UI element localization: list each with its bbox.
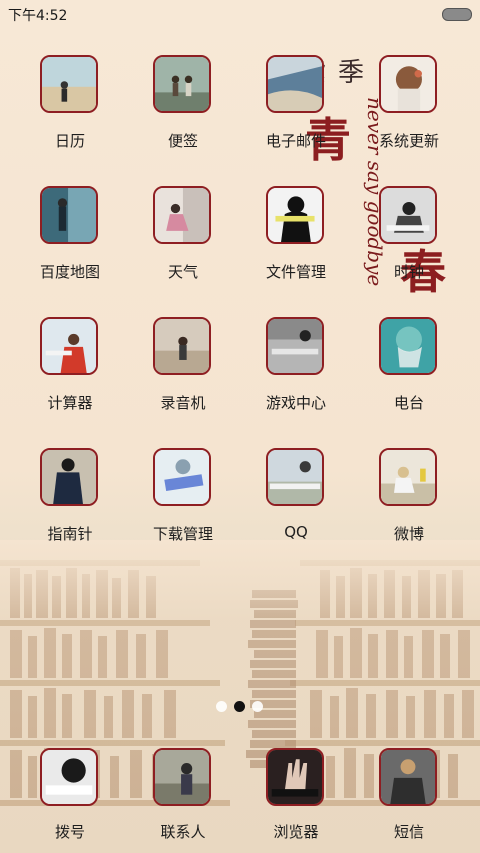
photo-person-icon <box>379 748 437 806</box>
photo-girl-beach-icon <box>40 55 98 113</box>
app-weibo[interactable]: 微博 <box>359 448 459 558</box>
app-label: 计算器 <box>47 394 93 412</box>
app-email[interactable]: 电子邮件 <box>246 55 346 165</box>
app-file-manager[interactable]: 文件管理 <box>246 186 346 296</box>
app-download-manager[interactable]: 下载管理 <box>133 448 233 558</box>
photo-couple-icon <box>153 55 211 113</box>
app-label: 拨号 <box>54 823 85 841</box>
app-label: 联系人 <box>160 823 206 841</box>
app-weather[interactable]: 天气 <box>133 186 233 296</box>
app-label: 下载管理 <box>152 525 213 543</box>
page-indicator[interactable] <box>214 700 266 714</box>
app-compass[interactable]: 指南针 <box>20 448 120 558</box>
photo-girl-standing-icon <box>40 186 98 244</box>
app-radio[interactable]: 电台 <box>359 317 459 427</box>
app-system-update[interactable]: 系统更新 <box>359 55 459 165</box>
photo-girl-shore-icon <box>153 317 211 375</box>
photo-girl-sky-icon <box>266 448 324 506</box>
photo-girl-field-icon <box>379 448 437 506</box>
app-baidu-map[interactable]: 百度地图 <box>20 186 120 296</box>
app-label: 指南针 <box>47 525 93 543</box>
app-label: QQ <box>284 523 308 541</box>
photo-girl-hair-icon <box>379 55 437 113</box>
status-time: 下午4:52 <box>8 8 68 24</box>
dock-dialer[interactable]: 拨号 <box>20 748 120 848</box>
app-label: 系统更新 <box>378 132 439 150</box>
page-dot[interactable] <box>252 701 263 712</box>
photo-girl-sitting-icon <box>153 186 211 244</box>
page-dot[interactable] <box>216 701 227 712</box>
app-label: 百度地图 <box>39 263 100 281</box>
page-dot-active[interactable] <box>234 701 245 712</box>
photo-underwater-icon <box>379 317 437 375</box>
photo-hand-icon <box>266 748 324 806</box>
battery-icon <box>442 8 472 21</box>
photo-sea-icon <box>266 55 324 113</box>
dock-browser[interactable]: 浏览器 <box>246 748 346 848</box>
dock-contacts[interactable]: 联系人 <box>133 748 233 848</box>
app-game-center[interactable]: 游戏中心 <box>246 317 346 427</box>
app-label: 浏览器 <box>273 823 319 841</box>
photo-silhouette-icon <box>266 186 324 244</box>
app-notes[interactable]: 便签 <box>133 55 233 165</box>
app-label: 游戏中心 <box>265 394 326 412</box>
app-recorder[interactable]: 录音机 <box>133 317 233 427</box>
photo-girl-street-icon <box>266 317 324 375</box>
app-label: 电台 <box>393 394 424 412</box>
app-label: 天气 <box>167 263 198 281</box>
app-calculator[interactable]: 计算器 <box>20 317 120 427</box>
status-bar: 下午4:52 <box>0 0 480 28</box>
app-label: 短信 <box>393 823 424 841</box>
photo-girl-bw-icon <box>379 186 437 244</box>
app-label: 便签 <box>167 132 198 150</box>
photo-girl-hair-dock-icon <box>40 748 98 806</box>
app-label: 录音机 <box>160 394 206 412</box>
app-qq[interactable]: QQ <box>246 448 346 558</box>
app-clock[interactable]: 时钟 <box>359 186 459 296</box>
app-label: 日历 <box>54 132 85 150</box>
photo-girl-outdoor-icon <box>153 748 211 806</box>
app-calendar[interactable]: 日历 <box>20 55 120 165</box>
photo-girl-dark-icon <box>40 448 98 506</box>
dock-messages[interactable]: 短信 <box>359 748 459 848</box>
photo-girl-lying-icon <box>153 448 211 506</box>
app-label: 电子邮件 <box>265 132 326 150</box>
app-label: 时钟 <box>393 263 424 281</box>
app-label: 文件管理 <box>265 263 326 281</box>
app-label: 微博 <box>393 525 424 543</box>
photo-girl-red-icon <box>40 317 98 375</box>
